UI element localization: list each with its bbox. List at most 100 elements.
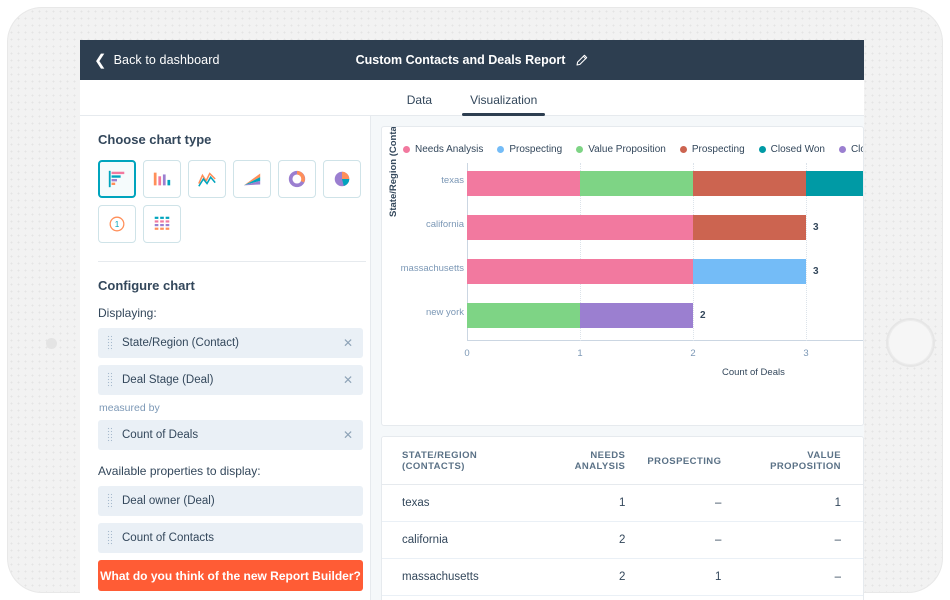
donut-chart-icon <box>287 169 307 189</box>
chart-type-vertical-bar-button[interactable] <box>143 160 181 198</box>
table-cell: – <box>647 596 743 600</box>
bar-segment[interactable] <box>467 215 693 240</box>
chart-type-pie-button[interactable] <box>323 160 361 198</box>
chart-type-number-button[interactable]: 1 <box>98 205 136 243</box>
chart-type-selector: 1 <box>98 160 366 243</box>
tab-data[interactable]: Data <box>407 93 432 115</box>
chart-config-sidebar: Choose chart type <box>80 116 371 600</box>
legend-color-swatch <box>759 146 766 153</box>
close-icon[interactable]: ✕ <box>343 336 353 350</box>
chart-type-table-button[interactable] <box>143 205 181 243</box>
table-cell: – <box>743 559 863 596</box>
pencil-icon[interactable] <box>575 54 588 67</box>
legend-item[interactable]: Closed Lost <box>839 144 864 155</box>
chart-type-line-button[interactable] <box>188 160 226 198</box>
close-icon[interactable]: ✕ <box>343 428 353 442</box>
table-column-header[interactable]: STATE/REGION (CONTACTS) <box>382 437 547 485</box>
bar-segment[interactable] <box>693 259 806 284</box>
table-row[interactable]: california2–– <box>382 522 863 559</box>
bar-segment[interactable] <box>693 215 806 240</box>
table-column-header[interactable]: VALUE PROPOSITION <box>743 437 863 485</box>
legend-label: Needs Analysis <box>415 144 483 155</box>
legend-label: Prospecting <box>692 144 745 155</box>
displaying-label: Displaying: <box>98 306 352 320</box>
area-chart-icon <box>242 169 262 189</box>
table-cell: – <box>547 596 647 600</box>
chart-type-area-button[interactable] <box>233 160 271 198</box>
drag-handle-icon[interactable] <box>107 427 112 443</box>
available-properties-label: Available properties to display: <box>98 464 352 478</box>
chip-count-of-deals[interactable]: Count of Deals ✕ <box>98 420 363 450</box>
bar-segment[interactable] <box>580 303 693 328</box>
pie-chart-icon <box>332 169 352 189</box>
chip-deal-owner-deal[interactable]: Deal owner (Deal) <box>98 486 363 516</box>
legend-item[interactable]: Prospecting <box>497 144 562 155</box>
legend-color-swatch <box>403 146 410 153</box>
data-table-panel: STATE/REGION (CONTACTS)NEEDS ANALYSISPRO… <box>381 436 864 600</box>
chip-label: Deal owner (Deal) <box>122 495 215 507</box>
line-chart-icon <box>197 169 217 189</box>
app-header: ❮ Back to dashboard Custom Contacts and … <box>80 40 864 80</box>
x-axis-tick-label: 1 <box>577 348 582 359</box>
bar-segment[interactable] <box>467 171 580 196</box>
table-cell: – <box>647 485 743 522</box>
back-to-dashboard-label: Back to dashboard <box>114 53 220 67</box>
chart-type-donut-button[interactable] <box>278 160 316 198</box>
bar-value-label: 2 <box>700 310 706 321</box>
chart-canvas: 332 <box>467 163 863 341</box>
legend-color-swatch <box>576 146 583 153</box>
table-cell: california <box>382 522 547 559</box>
table-cell: 1 <box>743 485 863 522</box>
close-icon[interactable]: ✕ <box>343 373 353 387</box>
chart-legend: Needs Analysis Prospecting Value Propositi… <box>382 127 863 155</box>
legend-label: Prospecting <box>509 144 562 155</box>
x-axis-line <box>467 340 863 341</box>
chip-state-region-contact[interactable]: State/Region (Contact) ✕ <box>98 328 363 358</box>
chevron-left-icon: ❮ <box>94 53 107 68</box>
drag-handle-icon[interactable] <box>107 372 112 388</box>
drag-handle-icon[interactable] <box>107 335 112 351</box>
x-axis-tick-label: 3 <box>803 348 808 359</box>
legend-item[interactable]: Needs Analysis <box>403 144 483 155</box>
table-cell: new york <box>382 596 547 600</box>
table-cell: 1 <box>743 596 863 600</box>
bar-segment[interactable] <box>467 259 693 284</box>
bar-value-label: 3 <box>813 266 819 277</box>
y-axis-tick-label: massachusetts <box>396 263 464 274</box>
bar-segment[interactable] <box>806 171 864 196</box>
table-column-header[interactable]: NEEDS ANALYSIS <box>547 437 647 485</box>
choose-chart-type-heading: Choose chart type <box>98 132 352 147</box>
drag-handle-icon[interactable] <box>107 530 112 546</box>
table-cell: 1 <box>547 485 647 522</box>
table-body: texas1–1california2––massachusetts21–new… <box>382 485 863 600</box>
bar-segment[interactable] <box>580 171 693 196</box>
table-cell: 1 <box>647 559 743 596</box>
legend-item[interactable]: Value Proposition <box>576 144 666 155</box>
bar-segment[interactable] <box>693 171 806 196</box>
y-axis-tick-label: texas <box>396 175 464 186</box>
table-cell: massachusetts <box>382 559 547 596</box>
tab-visualization[interactable]: Visualization <box>470 93 537 115</box>
tablet-side-button[interactable] <box>46 338 57 349</box>
table-row[interactable]: new york––1 <box>382 596 863 600</box>
chart-type-horizontal-bar-button[interactable] <box>98 160 136 198</box>
back-to-dashboard-button[interactable]: ❮ Back to dashboard <box>94 53 220 68</box>
x-axis-tick-label: 2 <box>690 348 695 359</box>
table-column-header[interactable]: PROSPECTING <box>647 437 743 485</box>
feedback-button[interactable]: What do you think of the new Report Buil… <box>98 560 363 591</box>
table-row[interactable]: massachusetts21– <box>382 559 863 596</box>
x-axis-tick-label: 0 <box>464 348 469 359</box>
bar-segment[interactable] <box>467 303 580 328</box>
y-axis-tick-label: california <box>396 219 464 230</box>
legend-item[interactable]: Closed Won <box>759 144 825 155</box>
legend-item[interactable]: Prospecting <box>680 144 745 155</box>
measured-by-label: measured by <box>99 402 352 414</box>
table-cell: – <box>743 522 863 559</box>
table-row[interactable]: texas1–1 <box>382 485 863 522</box>
table-cell: 2 <box>547 559 647 596</box>
chip-deal-stage-deal[interactable]: Deal Stage (Deal) ✕ <box>98 365 363 395</box>
vertical-bar-chart-icon <box>152 169 172 189</box>
tablet-home-button[interactable] <box>888 320 933 365</box>
drag-handle-icon[interactable] <box>107 493 112 509</box>
chip-count-of-contacts[interactable]: Count of Contacts <box>98 523 363 553</box>
